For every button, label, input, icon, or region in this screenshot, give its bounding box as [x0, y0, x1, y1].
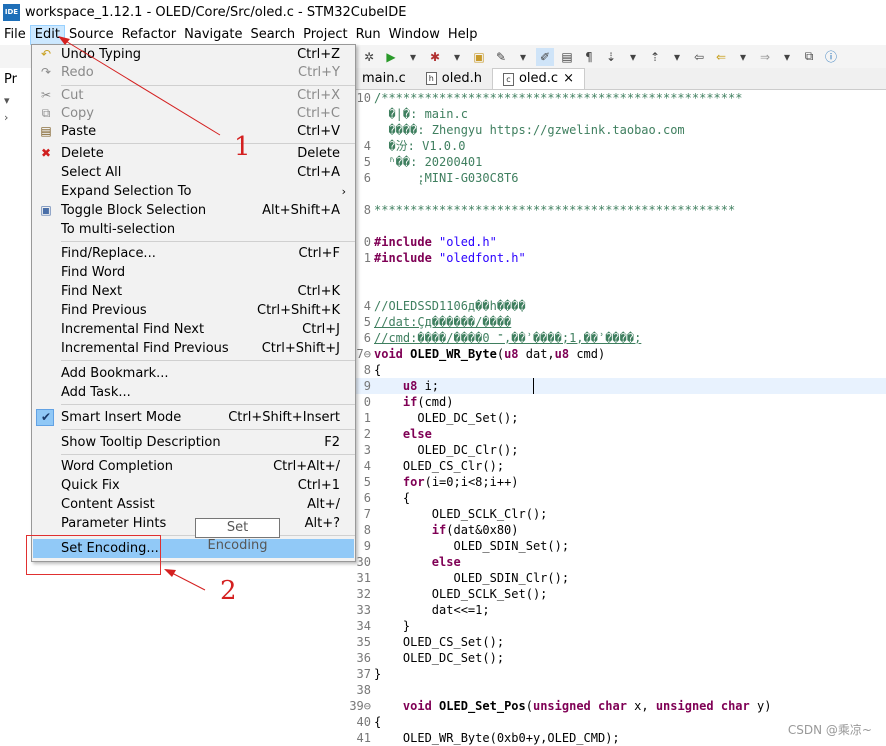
annotation-overlay	[58, 36, 221, 591]
annotation-arrow-1	[63, 39, 221, 136]
annotation-arrowhead-1	[58, 36, 70, 45]
watermark: CSDN @乘凉~	[787, 723, 872, 737]
annotation-highlight-box	[26, 535, 161, 575]
annotation-arrow-2	[169, 571, 206, 591]
annotation-arrowhead-2	[164, 569, 176, 577]
annotation-number-2: 2	[220, 576, 237, 606]
annotation-number-1: 1	[234, 132, 251, 162]
